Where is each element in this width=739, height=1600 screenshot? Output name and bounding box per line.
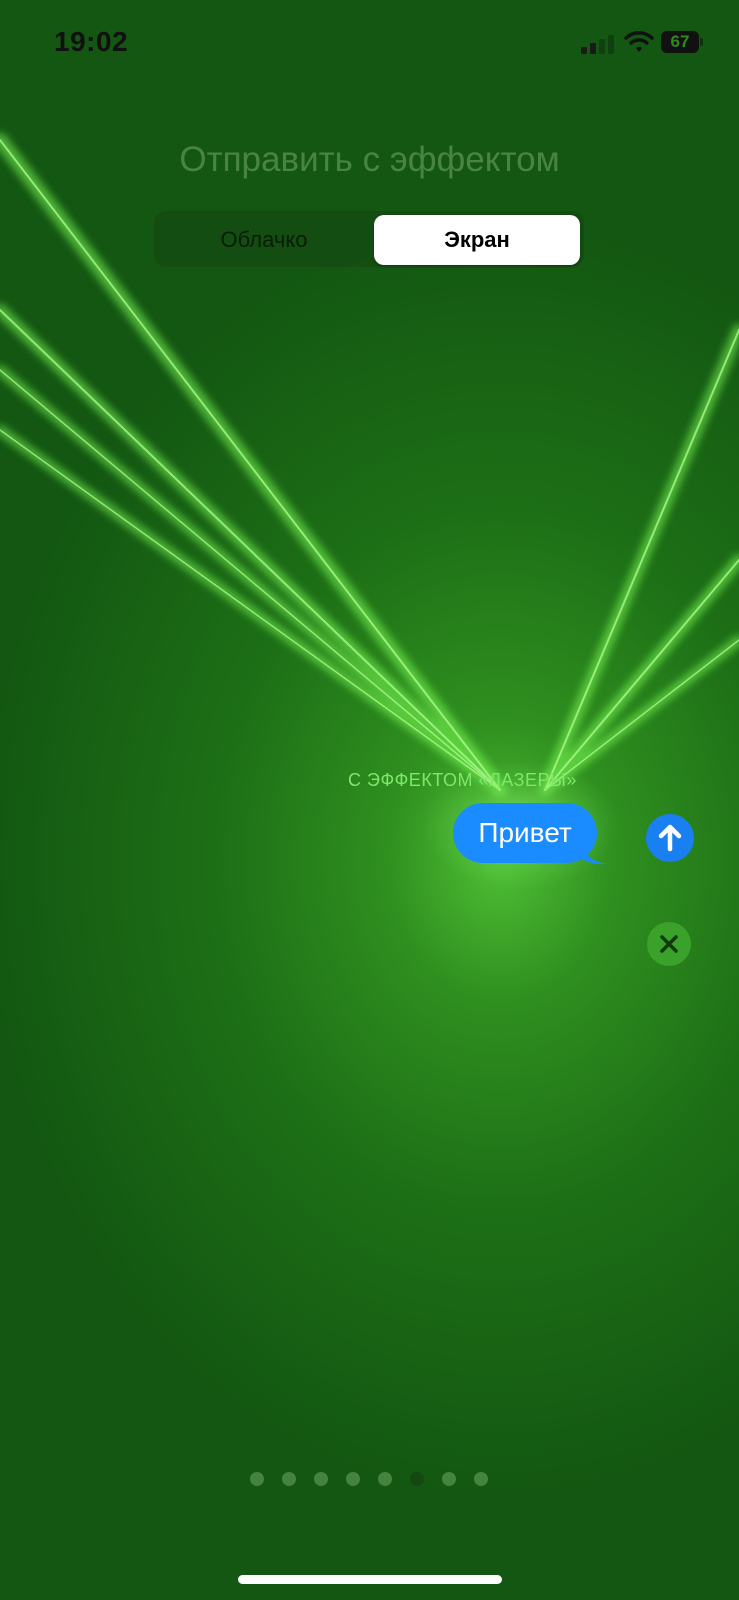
page-indicator[interactable] <box>250 1472 490 1488</box>
page-dot[interactable] <box>442 1472 456 1486</box>
battery-icon: 67 <box>661 31 703 55</box>
page-dot[interactable] <box>410 1472 424 1486</box>
status-bar: 19:02 67 <box>0 0 739 90</box>
page-dot[interactable] <box>250 1472 264 1486</box>
battery-percent: 67 <box>670 32 690 51</box>
cancel-button[interactable] <box>647 922 691 966</box>
page-dot[interactable] <box>378 1472 392 1486</box>
status-time: 19:02 <box>54 26 129 57</box>
page-dot[interactable] <box>474 1472 488 1486</box>
message-text: Привет <box>478 817 572 848</box>
arrow-up-icon <box>658 824 682 852</box>
page-dot[interactable] <box>346 1472 360 1486</box>
segment-bubble[interactable]: Облачко <box>158 215 370 265</box>
segment-screen[interactable]: Экран <box>374 215 580 265</box>
page-dot[interactable] <box>282 1472 296 1486</box>
cellular-signal-icon <box>581 34 617 54</box>
send-button[interactable] <box>646 814 694 862</box>
page-title: Отправить с эффектом <box>179 140 560 179</box>
wifi-icon <box>624 31 654 52</box>
page-dot[interactable] <box>314 1472 328 1486</box>
home-indicator <box>238 1575 502 1584</box>
close-icon <box>660 935 678 953</box>
effect-type-segmented-control: Облачко Экран <box>154 211 584 267</box>
